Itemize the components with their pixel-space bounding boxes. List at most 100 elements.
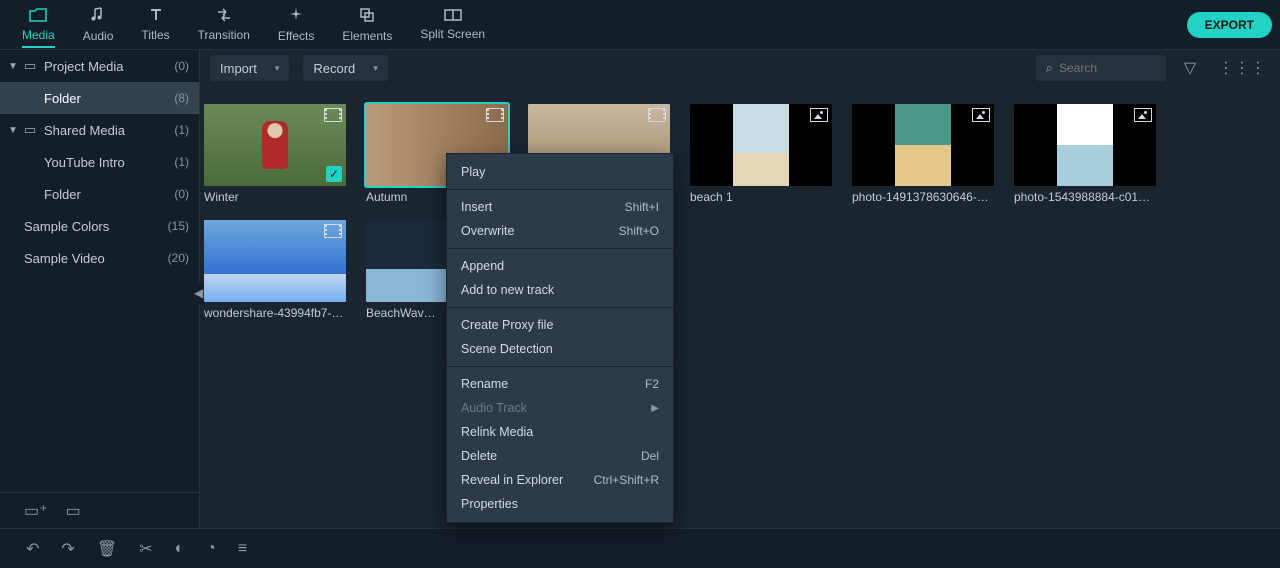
menu-item-reveal-in-explorer[interactable]: Reveal in ExplorerCtrl+Shift+R — [447, 468, 673, 492]
menu-item-label: Rename — [461, 377, 645, 391]
redo-icon[interactable]: ↷ — [61, 539, 74, 559]
search-input[interactable] — [1059, 61, 1156, 75]
media-clip[interactable]: ✓ Winter — [204, 104, 346, 204]
menu-item-label: Relink Media — [461, 425, 659, 439]
menu-separator — [447, 366, 673, 367]
clip-label: photo-1543988884-c01cf… — [1014, 190, 1156, 204]
spark-icon — [288, 7, 304, 27]
search-box[interactable]: ⌕ — [1036, 55, 1166, 81]
chevron-right-icon: ▶ — [651, 403, 659, 414]
media-clip[interactable]: photo-1491378630646-34… — [852, 104, 994, 204]
sidebar-item-project-media[interactable]: ▼ ▭ Project Media(0) — [0, 50, 199, 82]
menu-item-label: Play — [461, 165, 659, 179]
import-label: Import — [220, 61, 257, 76]
menu-item-label: Reveal in Explorer — [461, 473, 594, 487]
sidebar-item-label: Project Media — [44, 59, 174, 74]
sidebar-item-shared-media[interactable]: ▼▭Shared Media(1) — [0, 114, 199, 146]
menu-item-relink-media[interactable]: Relink Media — [447, 420, 673, 444]
menu-item-add-to-new-track[interactable]: Add to new track — [447, 278, 673, 302]
chevron-down-icon: ▼ — [8, 61, 20, 72]
clip-thumbnail[interactable] — [852, 104, 994, 186]
record-label: Record — [313, 61, 355, 76]
search-icon: ⌕ — [1046, 60, 1053, 76]
media-content: Import ▾ Record ▾ ⌕ ▽ ⋮⋮⋮ ✓WinterAutumn✓… — [200, 50, 1280, 528]
sidebar-item-label: Shared Media — [44, 123, 174, 138]
media-clip[interactable]: beach 1 — [690, 104, 832, 204]
timer-icon[interactable]: ◔ — [206, 540, 216, 558]
sidebar-item-count: (0) — [174, 59, 189, 73]
shared-folder-icon[interactable]: ▭ — [66, 501, 81, 521]
settings-icon[interactable]: ≡ — [238, 540, 247, 558]
menu-item-shortcut: Shift+O — [619, 224, 659, 238]
photo-icon — [972, 108, 990, 122]
grid-view-icon[interactable]: ⋮⋮⋮ — [1214, 54, 1270, 82]
new-folder-icon[interactable]: ▭⁺ — [24, 501, 48, 521]
tab-elements[interactable]: Elements — [328, 0, 406, 50]
chevron-down-icon: ▾ — [275, 63, 280, 74]
menu-item-delete[interactable]: DeleteDel — [447, 444, 673, 468]
menu-separator — [447, 189, 673, 190]
tab-label: Audio — [83, 29, 114, 43]
menu-item-scene-detection[interactable]: Scene Detection — [447, 337, 673, 361]
folder-icon: ▭ — [24, 58, 38, 74]
tab-titles[interactable]: Titles — [127, 0, 183, 50]
menu-item-insert[interactable]: InsertShift+I — [447, 195, 673, 219]
clip-label: beach 1 — [690, 190, 832, 204]
clip-thumbnail[interactable] — [204, 220, 346, 302]
filter-icon[interactable]: ▽ — [1180, 54, 1200, 82]
media-clip[interactable]: photo-1543988884-c01cf… — [1014, 104, 1156, 204]
tab-transition[interactable]: Transition — [184, 0, 264, 50]
sidebar-item-count: (0) — [174, 187, 189, 201]
menu-item-rename[interactable]: RenameF2 — [447, 372, 673, 396]
menu-separator — [447, 248, 673, 249]
menu-item-create-proxy-file[interactable]: Create Proxy file — [447, 313, 673, 337]
sidebar-item-sample-video[interactable]: Sample Video(20) — [0, 242, 199, 274]
clip-thumbnail[interactable] — [1014, 104, 1156, 186]
export-button[interactable]: EXPORT — [1187, 12, 1272, 38]
clip-label: wondershare-43994fb7-9… — [204, 306, 346, 320]
tab-label: Elements — [342, 29, 392, 43]
menu-item-shortcut: Shift+I — [625, 200, 659, 214]
undo-icon[interactable]: ↶ — [26, 539, 39, 559]
tab-effects[interactable]: Effects — [264, 0, 328, 50]
tab-audio[interactable]: Audio — [69, 0, 128, 50]
sidebar-item-count: (15) — [168, 219, 189, 233]
menu-item-append[interactable]: Append — [447, 254, 673, 278]
sidebar-item-sample-colors[interactable]: Sample Colors(15) — [0, 210, 199, 242]
split-icon — [444, 9, 462, 25]
menu-separator — [447, 307, 673, 308]
trash-icon[interactable]: 🗑 — [97, 539, 117, 559]
top-tabs: Media Audio Titles Transition Effects Element… — [0, 0, 1280, 50]
menu-item-overwrite[interactable]: OverwriteShift+O — [447, 219, 673, 243]
clip-thumbnail[interactable] — [690, 104, 832, 186]
tab-media[interactable]: Media — [8, 0, 69, 50]
tab-label: Transition — [198, 28, 250, 42]
clip-thumbnail[interactable]: ✓ — [204, 104, 346, 186]
menu-item-play[interactable]: Play — [447, 160, 673, 184]
menu-item-shortcut: Del — [641, 449, 659, 463]
clip-label: Winter — [204, 190, 346, 204]
context-menu[interactable]: PlayInsertShift+IOverwriteShift+OAppendA… — [446, 153, 674, 523]
video-icon — [486, 108, 504, 122]
tab-label: Split Screen — [420, 27, 485, 41]
clip-label: photo-1491378630646-34… — [852, 190, 994, 204]
video-icon — [648, 108, 666, 122]
sidebar-item-folder[interactable]: Folder(8) — [0, 82, 199, 114]
sidebar-item-count: (8) — [174, 91, 189, 105]
sidebar-item-label: Sample Video — [24, 251, 168, 266]
sidebar-item-folder[interactable]: Folder(0) — [0, 178, 199, 210]
record-dropdown[interactable]: Record ▾ — [303, 55, 387, 81]
cut-icon[interactable]: ✂ — [139, 539, 152, 559]
menu-item-audio-track: Audio Track▶ — [447, 396, 673, 420]
tab-split-screen[interactable]: Split Screen — [406, 0, 499, 50]
media-grid: ✓WinterAutumn✓beach 1photo-1491378630646… — [200, 86, 1280, 528]
color-icon[interactable]: ◐ — [175, 540, 185, 558]
elem-icon — [359, 7, 375, 27]
menu-item-properties[interactable]: Properties — [447, 492, 673, 516]
sidebar-item-youtube-intro[interactable]: YouTube Intro(1) — [0, 146, 199, 178]
trans-icon — [216, 8, 232, 26]
import-dropdown[interactable]: Import ▾ — [210, 55, 289, 81]
media-sidebar: ▼▭Project Media(0)Folder(8)▼▭Shared Medi… — [0, 50, 200, 528]
media-clip[interactable]: wondershare-43994fb7-9… — [204, 220, 346, 320]
folder-icon — [29, 8, 47, 26]
